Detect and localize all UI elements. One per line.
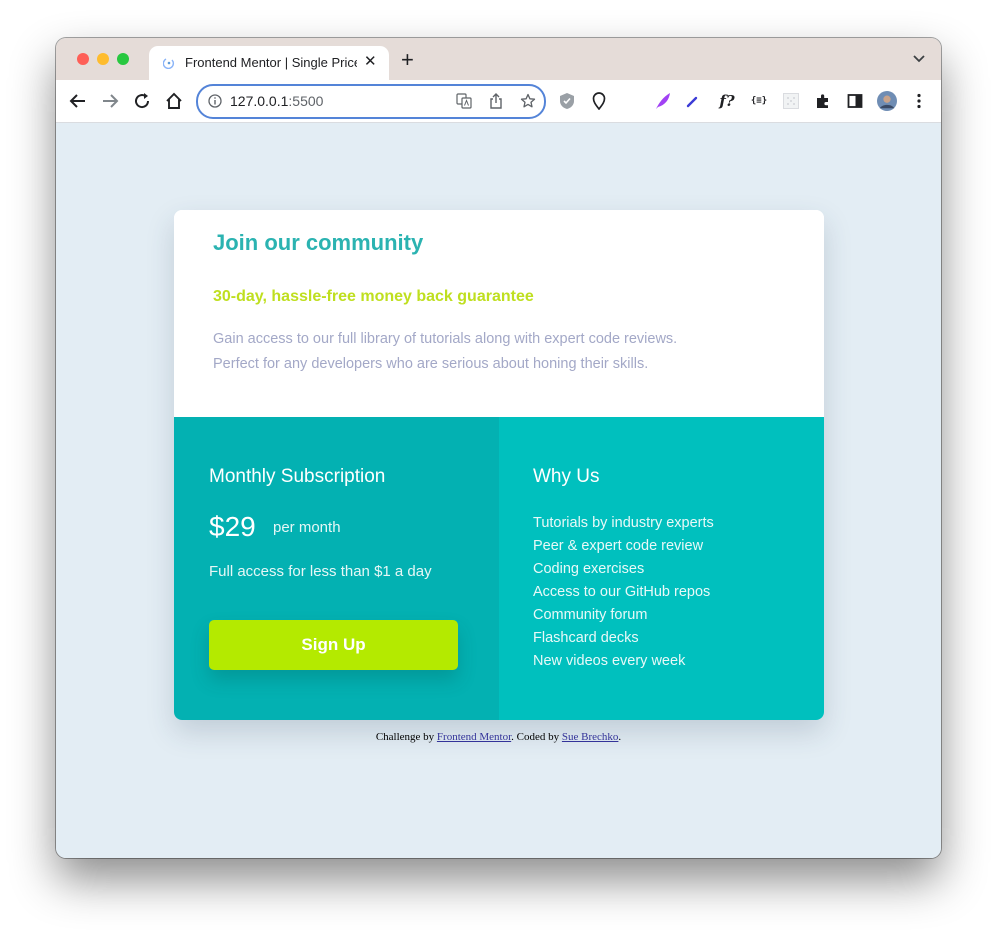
feather-icon[interactable] xyxy=(653,91,673,111)
list-item: Community forum xyxy=(533,607,648,623)
price-period: per month xyxy=(273,519,341,536)
page-viewport: Join our community 30-day, hassle-free m… xyxy=(56,123,941,858)
list-item: New videos every week xyxy=(533,653,686,669)
pricing-card: Join our community 30-day, hassle-free m… xyxy=(174,210,824,720)
subscription-section: Monthly Subscription $29 per month Full … xyxy=(174,417,499,720)
description-line: Gain access to our full library of tutor… xyxy=(213,331,678,347)
attribution-text: Challenge by xyxy=(375,731,437,743)
json-icon[interactable]: {≡} xyxy=(749,91,769,111)
url-text[interactable]: 127.0.0.1:5500 xyxy=(230,93,323,109)
info-icon[interactable] xyxy=(206,92,224,110)
sign-up-button[interactable]: Sign Up xyxy=(209,620,458,670)
menu-icon[interactable] xyxy=(909,91,929,111)
close-window-button[interactable] xyxy=(77,53,89,65)
home-icon[interactable] xyxy=(164,91,184,111)
guarantee-text: 30-day, hassle-free money back guarantee xyxy=(213,288,534,305)
list-item: Peer & expert code review xyxy=(533,538,704,554)
attribution: Challenge by Frontend Mentor. Coded by S… xyxy=(56,731,941,743)
new-tab-button[interactable]: + xyxy=(401,49,414,71)
attribution-text: . xyxy=(618,731,622,743)
card-description: Gain access to our full library of tutor… xyxy=(213,327,753,377)
description-line: Perfect for any developers who are serio… xyxy=(213,356,649,372)
grid-icon[interactable] xyxy=(781,91,801,111)
reload-icon[interactable] xyxy=(132,91,152,111)
shield-icon[interactable] xyxy=(557,91,577,111)
share-icon[interactable] xyxy=(487,92,505,110)
list-item: Tutorials by industry experts xyxy=(533,515,714,531)
community-section: Join our community 30-day, hassle-free m… xyxy=(174,210,824,417)
browser-tab[interactable]: Frontend Mentor | Single Price ✕ xyxy=(149,46,389,80)
close-tab-icon[interactable]: ✕ xyxy=(364,54,377,70)
card-heading: Join our community xyxy=(213,230,424,255)
maximize-window-button[interactable] xyxy=(117,53,129,65)
address-bar[interactable]: 127.0.0.1:5500 xyxy=(196,84,546,119)
why-us-list: Tutorials by industry experts Peer & exp… xyxy=(533,512,714,673)
back-icon[interactable] xyxy=(68,91,88,111)
forward-icon[interactable] xyxy=(100,91,120,111)
extensions-icon[interactable] xyxy=(813,91,833,111)
list-item: Flashcard decks xyxy=(533,630,639,646)
location-icon[interactable] xyxy=(589,91,609,111)
subscription-title: Monthly Subscription xyxy=(209,466,386,487)
price-amount: $29 xyxy=(209,511,256,542)
attribution-text: . Coded by xyxy=(511,731,562,743)
browser-window: Frontend Mentor | Single Price ✕ + 127.0… xyxy=(56,38,941,858)
list-item: Coding exercises xyxy=(533,561,645,577)
translate-icon[interactable] xyxy=(455,92,473,110)
font-icon[interactable]: f? xyxy=(717,91,737,111)
tab-favicon-icon xyxy=(163,58,175,69)
browser-toolbar: 127.0.0.1:5500 f? {≡} xyxy=(56,80,941,123)
star-icon[interactable] xyxy=(519,92,537,110)
tab-search-chevron-icon[interactable] xyxy=(913,55,925,63)
tab-strip: Frontend Mentor | Single Price ✕ + xyxy=(56,38,941,80)
why-us-section: Why Us Tutorials by industry experts Pee… xyxy=(499,417,824,720)
list-item: Access to our GitHub repos xyxy=(533,584,711,600)
author-link[interactable]: Sue Brechko xyxy=(562,731,619,743)
minimize-window-button[interactable] xyxy=(97,53,109,65)
why-us-title: Why Us xyxy=(533,466,600,487)
avatar[interactable] xyxy=(877,91,897,111)
sidebar-icon[interactable] xyxy=(845,91,865,111)
frontend-mentor-link[interactable]: Frontend Mentor xyxy=(437,731,511,743)
pen-icon[interactable] xyxy=(683,91,703,111)
access-text: Full access for less than $1 a day xyxy=(209,563,432,580)
tab-title: Frontend Mentor | Single Price xyxy=(185,55,357,70)
